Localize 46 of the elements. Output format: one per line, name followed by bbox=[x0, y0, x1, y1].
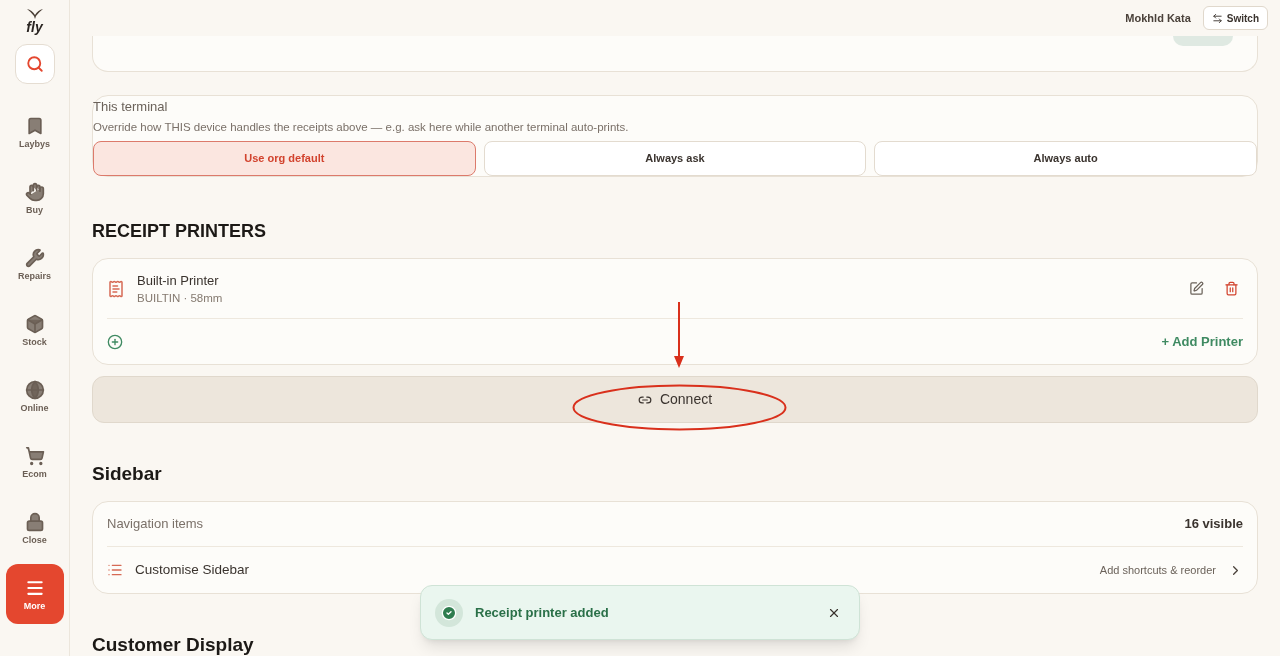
add-icon bbox=[107, 333, 123, 350]
toast-message: Receipt printer added bbox=[475, 603, 610, 622]
section-heading: Customer Display bbox=[92, 634, 255, 656]
search-icon bbox=[25, 55, 44, 73]
nav-item[interactable]: Laybys bbox=[5, 102, 64, 162]
cart-icon bbox=[24, 445, 45, 466]
trash-icon bbox=[1224, 281, 1239, 296]
connect-button[interactable]: Connect bbox=[92, 376, 1258, 423]
nav-item[interactable]: Online bbox=[5, 366, 64, 426]
nav-items-label: Navigation items bbox=[107, 515, 204, 534]
visible-count: 16 visible bbox=[1184, 515, 1243, 534]
search-button[interactable] bbox=[14, 44, 55, 84]
printer-name: Built-in Printer bbox=[137, 271, 220, 290]
edit-icon bbox=[1189, 281, 1204, 296]
bird-icon bbox=[25, 8, 44, 20]
user-name: Mokhld Kata bbox=[1125, 10, 1191, 26]
hand-icon bbox=[24, 181, 45, 202]
success-icon bbox=[435, 598, 463, 627]
logo: fly bbox=[25, 8, 44, 34]
mode-option[interactable]: Always auto bbox=[874, 141, 1257, 176]
nav-item[interactable]: Ecom bbox=[5, 432, 64, 492]
receipt-icon bbox=[107, 279, 125, 298]
mode-option[interactable]: Always ask bbox=[483, 141, 867, 176]
mode-option[interactable]: Use org default bbox=[93, 141, 476, 176]
section-heading: RECEIPT PRINTERS bbox=[92, 220, 268, 242]
globe-icon bbox=[24, 379, 45, 400]
swap-icon bbox=[1211, 12, 1223, 24]
nav-item[interactable]: Close bbox=[5, 498, 64, 558]
add-printer-link[interactable]: + Add Printer bbox=[1161, 331, 1243, 352]
terminal-description: Override how THIS device handles the receipts above — e.g. ask here while another terminal auto-prints. bbox=[93, 120, 630, 135]
lock-icon bbox=[24, 511, 45, 532]
nav-item[interactable]: Buy bbox=[5, 168, 64, 228]
nav-item[interactable]: Stock bbox=[5, 300, 64, 360]
terminal-title: This terminal bbox=[93, 98, 169, 116]
customise-label: Customise Sidebar bbox=[135, 560, 251, 579]
customise-hint: Add shortcuts & reorder bbox=[1099, 562, 1216, 578]
annotation-arrow bbox=[673, 302, 685, 368]
switch-button[interactable]: Switch bbox=[1202, 6, 1268, 30]
list-icon bbox=[107, 562, 123, 578]
tools-icon bbox=[24, 247, 45, 268]
nav-item[interactable]: Repairs bbox=[5, 234, 64, 294]
nav-item[interactable]: More bbox=[5, 564, 64, 624]
customise-row[interactable]: Customise Sidebar Add shortcuts & reorder bbox=[107, 547, 1243, 593]
printer-detail: BUILTIN · 58mm bbox=[137, 290, 224, 306]
section-heading: Sidebar bbox=[92, 463, 163, 485]
box-icon bbox=[24, 313, 45, 334]
